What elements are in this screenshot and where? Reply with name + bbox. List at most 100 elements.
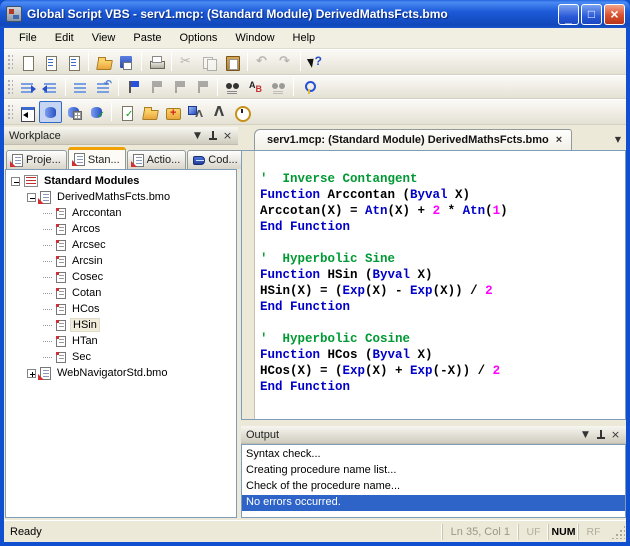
output-header: Output ▼ × [241,426,626,444]
main-area: Workplace ▼ × Proje... Stan... Actio... Cod… [4,125,626,520]
find-in-files-button[interactable] [221,76,244,98]
code-line[interactable]: HSin(X) = (Exp(X) - Exp(X)) / 2 [260,283,623,299]
menu-help[interactable]: Help [284,30,325,46]
procedure-icon [56,335,66,347]
code-line[interactable]: End Function [260,379,623,395]
toolbar-grip[interactable] [7,79,13,95]
format-undo-button[interactable] [92,76,115,98]
app-icon [6,6,22,22]
toolbar-separator [111,103,112,121]
code-editor[interactable]: ' Inverse Contangent Function Arccontan (… [255,151,625,419]
minimize-button[interactable]: _ [558,3,579,25]
code-line[interactable]: End Function [260,299,623,315]
compass-cube-button[interactable] [184,101,207,123]
tree-item-standard-modules[interactable]: Standard Modules [6,173,236,189]
export-script-button[interactable] [62,51,85,73]
tree-item-webnavigatorstd-bmo[interactable]: WebNavigatorStd.bmo [6,365,236,381]
procedure-icon [56,287,66,299]
title-bar[interactable]: Global Script VBS - serv1.mcp: (Standard… [0,0,630,28]
tree-item-arcos[interactable]: Arcos [6,221,236,237]
clock-button[interactable] [230,101,253,123]
new-document-button[interactable] [16,51,39,73]
database-check-button[interactable] [85,101,108,123]
output-pin-button[interactable] [593,428,608,442]
compass-button[interactable] [207,101,230,123]
replace-button[interactable] [244,76,267,98]
open-folder-button[interactable] [138,101,161,123]
editor-tab[interactable]: serv1.mcp: (Standard Module) DerivedMath… [254,129,573,150]
code-line[interactable]: ' Hyperbolic Sine [260,251,623,267]
tree-item-arcsin[interactable]: Arcsin [6,253,236,269]
outdent-button[interactable] [39,76,62,98]
database-button[interactable] [39,101,62,123]
format-lines-button[interactable] [69,76,92,98]
tree-item-hsin[interactable]: HSin [6,317,236,333]
tree-item-arcsec[interactable]: Arcsec [6,237,236,253]
tab-stan[interactable]: Stan... [67,147,126,169]
options-key-button[interactable] [297,76,320,98]
code-line[interactable]: Function HCos (Byval X) [260,347,623,363]
tree-item-htan[interactable]: HTan [6,333,236,349]
open-project-button[interactable] [92,51,115,73]
editor-tab-dropdown-button[interactable]: ▼ [610,130,626,150]
code-segment: Exp [410,284,433,298]
bookmark-button[interactable] [122,76,145,98]
context-help-button[interactable] [304,51,327,73]
menu-paste[interactable]: Paste [124,30,170,46]
menu-window[interactable]: Window [226,30,283,46]
output-line[interactable]: Check of the procedure name... [242,479,625,495]
import-script-button[interactable] [39,51,62,73]
output-line[interactable]: Syntax check... [242,447,625,463]
collapse-icon[interactable] [27,192,36,202]
workplace-close-button[interactable]: × [220,129,235,143]
toolbar-grip[interactable] [7,104,13,120]
code-line[interactable]: Function HSin (Byval X) [260,267,623,283]
format-undo-icon [95,79,112,96]
paste-button[interactable] [221,51,244,73]
close-button[interactable]: × [604,3,625,25]
workplace-pin-button[interactable] [205,129,220,143]
maximize-button[interactable]: □ [581,3,602,25]
code-line[interactable]: ' Inverse Contangent [260,171,623,187]
tab-proje[interactable]: Proje... [6,150,67,169]
menu-file[interactable]: File [10,30,46,46]
code-line[interactable]: End Function [260,219,623,235]
code-line[interactable]: Arccotan(X) = Atn(X) + 2 * Atn(1) [260,203,623,219]
output-line[interactable]: Creating procedure name list... [242,463,625,479]
output-dropdown-button[interactable]: ▼ [578,428,593,442]
tree-item-hcos[interactable]: HCos [6,301,236,317]
code-line[interactable] [260,235,623,251]
expand-icon[interactable] [27,368,36,378]
print-button[interactable] [145,51,168,73]
output-line[interactable]: No errors occurred. [242,495,625,511]
clock-icon [233,104,251,122]
syntax-check-button[interactable] [115,101,138,123]
tab-cod[interactable]: Cod... [187,150,244,169]
editor-tab-close-button[interactable]: × [555,134,563,146]
tree-item-cosec[interactable]: Cosec [6,269,236,285]
database-options-button[interactable] [62,101,85,123]
indent-button[interactable] [16,76,39,98]
workplace-dropdown-button[interactable]: ▼ [190,129,205,143]
tab-actio[interactable]: Actio... [126,150,187,169]
save-button[interactable] [115,51,138,73]
output-close-button[interactable]: × [608,428,623,442]
tree-item-arccontan[interactable]: Arccontan [6,205,236,221]
code-line[interactable]: Function Arccontan (Byval X) [260,187,623,203]
tree-item-cotan[interactable]: Cotan [6,285,236,301]
toggle-workspace-button[interactable] [16,101,39,123]
toolbar-grip[interactable] [7,54,13,70]
code-line[interactable] [260,155,623,171]
compass-icon [210,104,227,121]
code-line[interactable]: ' Hyperbolic Cosine [260,331,623,347]
first-aid-button[interactable] [161,101,184,123]
code-line[interactable]: HCos(X) = (Exp(X) + Exp(-X)) / 2 [260,363,623,379]
code-line[interactable] [260,315,623,331]
menu-view[interactable]: View [83,30,125,46]
tree-item-sec[interactable]: Sec [6,349,236,365]
resize-grip[interactable] [611,525,625,539]
tree-item-derivedmathsfcts-bmo[interactable]: DerivedMathsFcts.bmo [6,189,236,205]
menu-edit[interactable]: Edit [46,30,83,46]
collapse-icon[interactable] [11,176,20,186]
menu-options[interactable]: Options [171,30,227,46]
